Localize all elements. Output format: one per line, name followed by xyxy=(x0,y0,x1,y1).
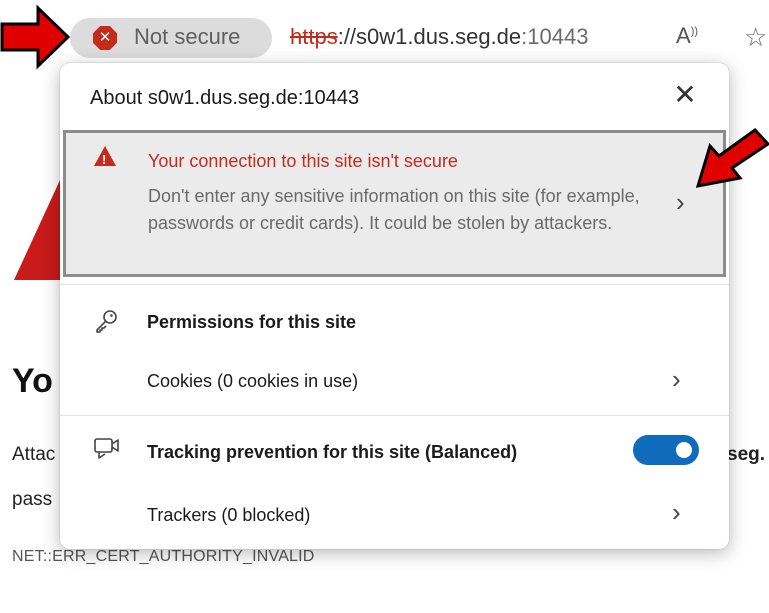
chevron-right-icon: › xyxy=(676,187,685,217)
tracking-prevention-heading: Tracking prevention for this site (Balan… xyxy=(147,442,518,462)
page-text-line-1: Attac xyxy=(12,444,56,465)
favorites-star-icon[interactable]: ☆ xyxy=(744,22,767,53)
flyout-title: About s0w1.dus.seg.de:10443 xyxy=(90,87,360,109)
page-text-line-2: pass xyxy=(12,489,53,510)
tracking-prevention-toggle[interactable] xyxy=(633,435,699,465)
permissions-heading: Permissions for this site xyxy=(147,312,357,332)
url-host: ://s0w1.dus.seg.de xyxy=(337,24,522,49)
url-port: :10443 xyxy=(521,24,589,49)
close-icon[interactable]: ✕ xyxy=(667,77,703,113)
error-code: NET::ERR_CERT_AUTHORITY_INVALID xyxy=(12,548,315,565)
url-field[interactable]: https://s0w1.dus.seg.de:10443 xyxy=(290,24,588,50)
divider xyxy=(60,284,729,285)
warning-title: Your connection to this site isn't secur… xyxy=(148,151,458,171)
divider xyxy=(60,415,729,416)
key-icon xyxy=(93,308,119,340)
trackers-item[interactable]: Trackers (0 blocked) xyxy=(147,505,310,526)
chevron-right-icon: › xyxy=(672,364,681,394)
annotation-arrow-right xyxy=(695,128,769,188)
annotation-arrow-left xyxy=(0,4,71,70)
tracking-prevention-icon xyxy=(93,436,121,468)
address-bar: ✕ Not secure https://s0w1.dus.seg.de:104… xyxy=(0,0,769,62)
site-info-flyout: About s0w1.dus.seg.de:10443 ✕ ! Your con… xyxy=(60,63,729,549)
chevron-right-icon: › xyxy=(672,497,681,527)
connection-not-secure-item[interactable]: ! Your connection to this site isn't sec… xyxy=(63,130,726,277)
url-scheme: https xyxy=(290,24,338,49)
cookies-item[interactable]: Cookies (0 cookies in use) xyxy=(147,371,358,392)
warning-description: Don't enter any sensitive information on… xyxy=(148,186,640,233)
not-secure-label: Not secure xyxy=(134,24,241,49)
read-aloud-icon[interactable]: A)) xyxy=(676,23,698,49)
browser-screenshot: ✕ Not secure https://s0w1.dus.seg.de:104… xyxy=(0,0,769,613)
warning-exclamation: ! xyxy=(102,152,107,167)
page-heading: Yo xyxy=(12,362,53,400)
toggle-knob xyxy=(676,442,692,458)
page-text-line-1-right: seg. xyxy=(727,444,766,465)
